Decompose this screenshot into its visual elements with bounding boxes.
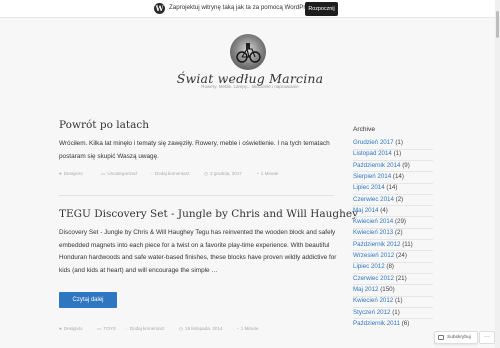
site-description: Rowery. Meble. Lampy... tworzenie i napr… (201, 84, 299, 89)
archive-link[interactable]: Sierpień 2014 (353, 173, 391, 180)
archive-link[interactable]: Czerwiec 2014 (353, 196, 394, 203)
author-icon: ● (59, 326, 62, 331)
wpcom-banner: W Zaprojektuj witrynę taką jak ta za pom… (0, 0, 500, 18)
archive-link[interactable]: Czerwiec 2012 (353, 275, 394, 282)
post-excerpt: Discovery Set - Jungle by Chris & Will H… (59, 229, 337, 274)
post-author[interactable]: ● Design4c (59, 326, 83, 331)
wordpress-logo-icon[interactable]: W (154, 3, 165, 14)
folder-icon: ▭ (101, 171, 106, 176)
archive-count: (6) (401, 319, 410, 327)
post-excerpt: Wróciłem. Kilka lat minęło i tematy się … (59, 140, 330, 160)
archive-count: (4) (380, 206, 388, 214)
post-comments-link[interactable]: ◌ Dodaj komentarz (125, 326, 164, 331)
archive-count: (1) (395, 139, 403, 146)
timer-icon: ◔ (256, 171, 259, 176)
archive-link[interactable]: Lipiec 2014 (353, 184, 385, 191)
archive-count: (2) (395, 195, 404, 203)
archive-count: (1) (392, 308, 400, 316)
post-title[interactable]: Powrót po latach (59, 119, 334, 131)
post-date[interactable]: ◷ 16 listopada, 2014 (179, 326, 223, 332)
archive-count: (9) (402, 161, 410, 169)
post-category[interactable]: ▭ Uncategorized (101, 171, 137, 177)
archive-count: (24) (395, 252, 407, 259)
archive-link[interactable]: Lipiec 2012 (353, 263, 385, 270)
archive-heading: Archive (353, 126, 375, 133)
archive-link[interactable]: Maj 2012 (353, 286, 378, 293)
archive-link[interactable]: Kwiecień 2013 (353, 229, 393, 236)
archive-link[interactable]: Listopad 2014 (353, 150, 392, 157)
post-article: Powrót po latach Wróciłem. Kilka lat min… (59, 119, 334, 176)
archive-link[interactable]: Wrzesień 2012 (353, 252, 394, 259)
archive-link[interactable]: Maj 2014 (353, 207, 378, 214)
more-options-button[interactable]: ··· (479, 331, 495, 344)
sidebar-archive-widget: Archive Grudzień 2017 (1) Listopad 2014 (… (353, 126, 433, 327)
archive-count: (1) (394, 297, 403, 305)
bicycle-icon (236, 43, 261, 63)
read-more-button[interactable]: Czytaj dalej (59, 292, 117, 308)
archive-count: (29) (394, 218, 406, 226)
archive-link[interactable]: Październik 2012 (353, 241, 400, 248)
archive-count: (8) (386, 263, 394, 271)
post-read-time: ◔ 1 Minute (236, 326, 259, 331)
scrollbar-thumb[interactable] (496, 11, 499, 38)
subscribe-label: Subskrybuj (447, 335, 471, 340)
scrollbar[interactable] (495, 0, 500, 348)
archive-link[interactable]: Grudzień 2017 (353, 139, 394, 146)
post-read-time: ◔ 1 Minute (256, 171, 279, 176)
subscribe-button[interactable]: Subskrybuj (434, 331, 478, 344)
post-comments-link[interactable]: ◌ Dodaj komentarz (150, 171, 189, 176)
archive-count: (150) (380, 285, 395, 293)
post-title[interactable]: TEGU Discovery Set - Jungle by Chris and… (59, 208, 358, 220)
archive-count: (21) (395, 274, 407, 282)
get-started-button[interactable]: Rozpocznij (305, 2, 338, 16)
reader-icon (438, 335, 444, 340)
site-logo[interactable] (230, 34, 266, 70)
comment-icon: ◌ (125, 326, 128, 331)
archive-link[interactable]: Kwiecień 2014 (353, 218, 393, 225)
archive-link[interactable]: Styczeń 2012 (353, 309, 391, 316)
post-article: TEGU Discovery Set - Jungle by Chris and… (59, 208, 358, 331)
clock-icon: ◷ (179, 326, 184, 331)
timer-icon: ◔ (236, 326, 239, 331)
archive-link[interactable]: Kwiecień 2012 (353, 297, 393, 304)
post-category[interactable]: ▭ TOYS (97, 326, 116, 332)
archive-count: (14) (386, 184, 398, 192)
archive-item[interactable]: Październik 2011 (6) (353, 320, 443, 331)
archive-count: (14) (392, 172, 404, 180)
archive-count: (1) (393, 150, 402, 158)
archive-link[interactable]: Październik 2011 (353, 320, 400, 327)
post-author[interactable]: ● Design4c (59, 171, 83, 176)
clock-icon: ◷ (204, 171, 209, 176)
archive-count: (11) (402, 240, 413, 248)
archive-link[interactable]: Październik 2014 (353, 162, 400, 169)
archive-count: (2) (394, 229, 403, 237)
comment-icon: ◌ (150, 171, 153, 176)
post-divider (59, 195, 334, 196)
folder-icon: ▭ (97, 326, 102, 331)
post-date[interactable]: ◷ 3 grudnia, 2017 (204, 171, 242, 177)
author-icon: ● (59, 171, 62, 176)
